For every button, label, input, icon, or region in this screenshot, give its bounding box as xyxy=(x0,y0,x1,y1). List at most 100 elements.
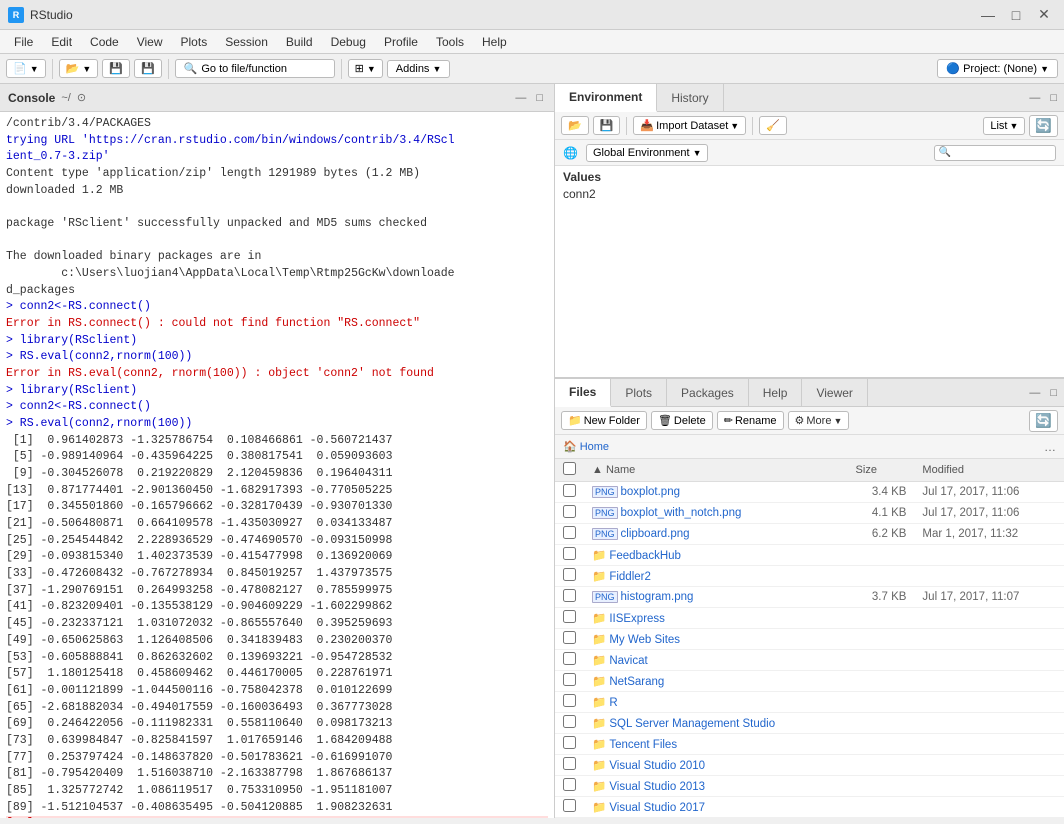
file-name-link[interactable]: boxplot.png xyxy=(621,486,680,498)
delete-button[interactable]: 🗑 Delete xyxy=(651,411,713,430)
menu-session[interactable]: Session xyxy=(217,33,276,51)
env-search-bar[interactable]: 🔍 xyxy=(934,145,1056,161)
file-name-link[interactable]: Fiddler2 xyxy=(609,571,651,583)
row-checkbox-cell[interactable] xyxy=(555,545,584,566)
tab-help[interactable]: Help xyxy=(749,379,803,406)
env-minimize-btn[interactable]: — xyxy=(1026,91,1043,105)
addins-button[interactable]: Addins ▼ xyxy=(387,60,451,78)
env-search-input[interactable] xyxy=(951,147,1051,159)
maximize-button[interactable]: □ xyxy=(1004,5,1028,25)
tab-plots[interactable]: Plots xyxy=(611,379,667,406)
row-checkbox-cell[interactable] xyxy=(555,503,584,524)
list-view-button[interactable]: List ▼ xyxy=(983,117,1025,135)
menu-file[interactable]: File xyxy=(6,33,41,51)
row-checkbox[interactable] xyxy=(563,484,576,497)
file-name-link[interactable]: Visual Studio 2017 xyxy=(609,802,705,814)
select-all-checkbox[interactable] xyxy=(563,462,576,475)
row-checkbox[interactable] xyxy=(563,631,576,644)
new-file-button[interactable]: 📄 ▼ xyxy=(6,59,46,78)
refresh-button[interactable]: 🔄 xyxy=(1029,115,1058,137)
row-checkbox-cell[interactable] xyxy=(555,629,584,650)
row-checkbox-cell[interactable] xyxy=(555,608,584,629)
files-maximize-btn[interactable]: □ xyxy=(1047,386,1060,400)
row-checkbox[interactable] xyxy=(563,757,576,770)
new-folder-button[interactable]: 📁 New Folder xyxy=(561,411,647,430)
load-workspace-button[interactable]: 📂 xyxy=(561,116,589,135)
row-checkbox-cell[interactable] xyxy=(555,755,584,776)
import-dataset-button[interactable]: 📥 Import Dataset ▼ xyxy=(633,116,746,135)
tab-files[interactable]: Files xyxy=(555,379,611,407)
row-checkbox[interactable] xyxy=(563,526,576,539)
menu-build[interactable]: Build xyxy=(278,33,321,51)
save-workspace-button[interactable]: 💾 xyxy=(593,116,621,135)
row-checkbox-cell[interactable] xyxy=(555,692,584,713)
home-link[interactable]: 🏠 Home xyxy=(563,440,609,453)
menu-help[interactable]: Help xyxy=(474,33,515,51)
clear-env-button[interactable]: 🧹 xyxy=(759,116,787,135)
file-name-link[interactable]: My Web Sites xyxy=(609,634,680,646)
terminal-icon[interactable]: ⊙ xyxy=(77,91,86,104)
row-checkbox[interactable] xyxy=(563,547,576,560)
row-checkbox-cell[interactable] xyxy=(555,524,584,545)
more-options-icon[interactable]: … xyxy=(1044,440,1056,454)
files-refresh-button[interactable]: 🔄 xyxy=(1029,410,1058,432)
tab-packages[interactable]: Packages xyxy=(667,379,749,406)
file-name-link[interactable]: Visual Studio 2013 xyxy=(609,781,705,793)
tab-viewer[interactable]: Viewer xyxy=(802,379,867,406)
grid-button[interactable]: ⊞ ▼ xyxy=(348,59,383,78)
row-checkbox[interactable] xyxy=(563,568,576,581)
row-checkbox[interactable] xyxy=(563,673,576,686)
file-name-link[interactable]: boxplot_with_notch.png xyxy=(621,507,742,519)
file-name-link[interactable]: Visual Studio 2010 xyxy=(609,760,705,772)
files-minimize-btn[interactable]: — xyxy=(1026,386,1043,400)
menu-code[interactable]: Code xyxy=(82,33,127,51)
rename-button[interactable]: ✏ Rename xyxy=(717,411,784,430)
row-checkbox[interactable] xyxy=(563,715,576,728)
row-checkbox-cell[interactable] xyxy=(555,713,584,734)
menu-debug[interactable]: Debug xyxy=(323,33,374,51)
file-name-link[interactable]: Tencent Files xyxy=(609,739,677,751)
minimize-button[interactable]: — xyxy=(976,5,1000,25)
save-all-button[interactable]: 💾 xyxy=(134,59,162,78)
tab-history[interactable]: History xyxy=(657,84,723,111)
console-minimize-btn[interactable]: — xyxy=(512,91,529,105)
row-checkbox[interactable] xyxy=(563,589,576,602)
env-maximize-btn[interactable]: □ xyxy=(1047,91,1060,105)
row-checkbox[interactable] xyxy=(563,799,576,812)
goto-file-button[interactable]: 🔍 Go to file/function xyxy=(175,59,335,78)
file-name-link[interactable]: clipboard.png xyxy=(621,528,690,540)
menu-plots[interactable]: Plots xyxy=(173,33,216,51)
row-checkbox-cell[interactable] xyxy=(555,587,584,608)
row-checkbox[interactable] xyxy=(563,652,576,665)
menu-edit[interactable]: Edit xyxy=(43,33,80,51)
save-button[interactable]: 💾 xyxy=(102,59,130,78)
row-checkbox-cell[interactable] xyxy=(555,776,584,797)
file-name-link[interactable]: histogram.png xyxy=(621,591,694,603)
tab-environment[interactable]: Environment xyxy=(555,84,657,112)
menu-profile[interactable]: Profile xyxy=(376,33,426,51)
row-checkbox[interactable] xyxy=(563,778,576,791)
file-name-link[interactable]: FeedbackHub xyxy=(609,550,681,562)
row-checkbox-cell[interactable] xyxy=(555,797,584,818)
row-checkbox-cell[interactable] xyxy=(555,566,584,587)
menu-view[interactable]: View xyxy=(129,33,171,51)
row-checkbox-cell[interactable] xyxy=(555,734,584,755)
menu-tools[interactable]: Tools xyxy=(428,33,472,51)
global-env-select[interactable]: Global Environment ▼ xyxy=(586,144,709,162)
row-checkbox[interactable] xyxy=(563,736,576,749)
file-name-link[interactable]: R xyxy=(609,697,617,709)
file-name-link[interactable]: NetSarang xyxy=(609,676,664,688)
file-name-link[interactable]: SQL Server Management Studio xyxy=(609,718,775,730)
row-checkbox[interactable] xyxy=(563,505,576,518)
close-button[interactable]: ✕ xyxy=(1032,5,1056,25)
file-name-link[interactable]: Navicat xyxy=(609,655,647,667)
row-checkbox[interactable] xyxy=(563,610,576,623)
row-checkbox[interactable] xyxy=(563,694,576,707)
more-button[interactable]: ⚙ More ▼ xyxy=(788,411,850,430)
row-checkbox-cell[interactable] xyxy=(555,482,584,503)
file-name-link[interactable]: IISExpress xyxy=(609,613,665,625)
project-button[interactable]: 🔵 Project: (None) ▼ xyxy=(937,59,1058,78)
open-button[interactable]: 📂 ▼ xyxy=(59,59,99,78)
row-checkbox-cell[interactable] xyxy=(555,650,584,671)
row-checkbox-cell[interactable] xyxy=(555,671,584,692)
